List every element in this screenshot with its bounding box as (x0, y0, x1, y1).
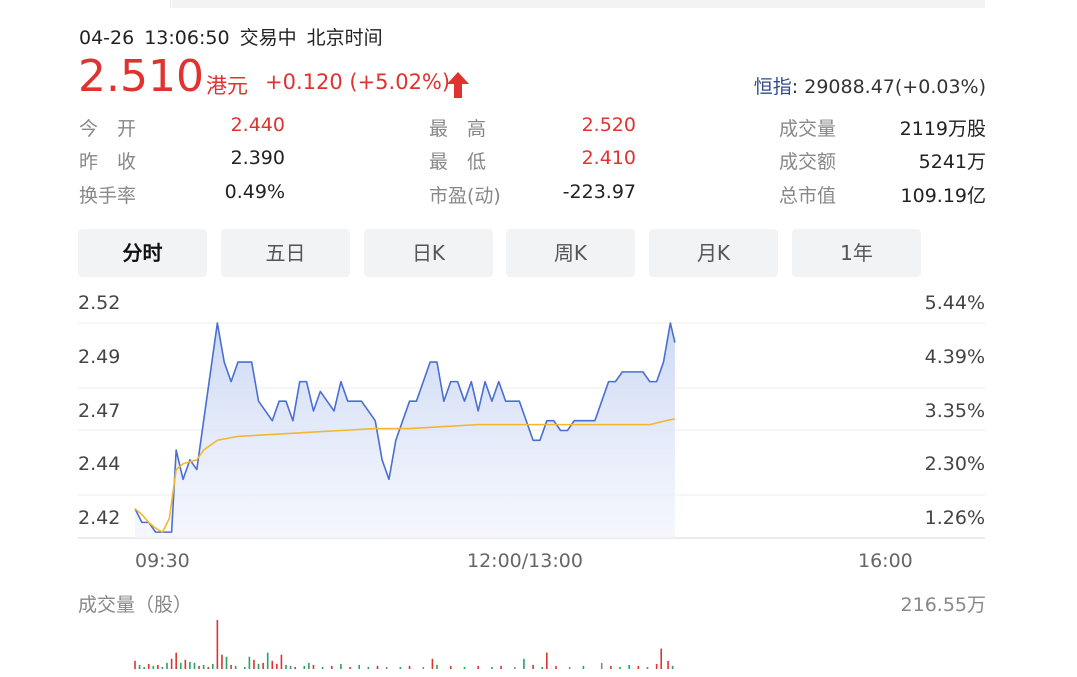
volume-bar (582, 665, 585, 669)
volume-bar (568, 666, 571, 669)
volume-bar (491, 666, 493, 669)
volume-bar (152, 665, 155, 669)
volume-bar (463, 666, 466, 669)
volume-bar (138, 664, 141, 669)
volume-bar (161, 666, 164, 669)
volume-bar (262, 662, 264, 669)
intraday-chart[interactable] (0, 0, 1077, 677)
volume-bar (257, 663, 260, 669)
volume-title: 成交量（股） (78, 594, 193, 616)
volume-bar (221, 654, 223, 669)
volume-bar (500, 665, 502, 669)
volume-bar (667, 660, 669, 669)
volume-bar (408, 665, 411, 669)
volume-bar (646, 666, 649, 669)
volume-bar (266, 652, 269, 669)
volume-bar (330, 665, 333, 669)
volume-bar (513, 666, 516, 669)
volume-bar (655, 663, 658, 669)
volume-bar (619, 666, 621, 669)
volume-bar (660, 648, 663, 669)
volume-bars (134, 620, 674, 669)
volume-bar (312, 664, 315, 669)
volume-bar (280, 654, 283, 669)
volume-bar (340, 663, 342, 669)
price-fill (135, 323, 675, 538)
volume-bar (303, 665, 306, 669)
volume-bar (358, 664, 361, 669)
volume-bar (193, 662, 196, 669)
volume-bar (198, 665, 200, 669)
volume-bar (216, 620, 219, 669)
volume-bar (207, 666, 210, 669)
volume-bar (189, 661, 191, 669)
volume-bar (477, 665, 479, 669)
volume-bar (248, 656, 251, 669)
volume-bar (449, 665, 452, 669)
volume-bar (184, 659, 187, 669)
volume-bar (349, 666, 351, 669)
volume-bar (143, 666, 145, 669)
volume-bar (555, 665, 557, 669)
volume-bar (308, 662, 310, 669)
volume-bar (523, 658, 525, 669)
volume-bar (202, 664, 205, 669)
volume-bar (157, 664, 159, 669)
volume-bar (399, 666, 402, 669)
volume-bar (253, 659, 255, 669)
volume-bar (225, 656, 228, 669)
volume-bar (175, 652, 177, 669)
price-area (135, 323, 675, 538)
volume-bar (431, 658, 434, 669)
volume-bar (532, 664, 534, 669)
volume-bar (436, 664, 438, 669)
volume-bar (321, 666, 324, 669)
volume-bar (179, 662, 182, 669)
volume-bar (294, 666, 296, 669)
volume-bar (376, 665, 379, 669)
volume-bar (541, 666, 544, 669)
volume-bar (289, 665, 292, 669)
volume-bar (385, 666, 388, 669)
volume-bar (628, 664, 630, 669)
volume-bar (211, 663, 214, 669)
volume-bar (546, 652, 548, 669)
volume-bar (230, 664, 232, 669)
volume-bar (671, 665, 674, 669)
volume-bar (637, 665, 640, 669)
volume-max: 216.55万 (900, 594, 986, 616)
volume-bar (234, 665, 237, 669)
volume-bar (367, 666, 370, 669)
volume-bar (422, 666, 425, 669)
volume-bar (271, 660, 274, 669)
volume-bar (244, 666, 246, 669)
volume-bar (170, 658, 173, 669)
volume-bar (610, 665, 612, 669)
volume-bar (147, 663, 150, 669)
volume-bar (285, 664, 287, 669)
volume-bar (600, 662, 603, 669)
volume-bar (276, 663, 278, 669)
volume-bar (134, 660, 136, 669)
volume-bar (166, 662, 168, 669)
